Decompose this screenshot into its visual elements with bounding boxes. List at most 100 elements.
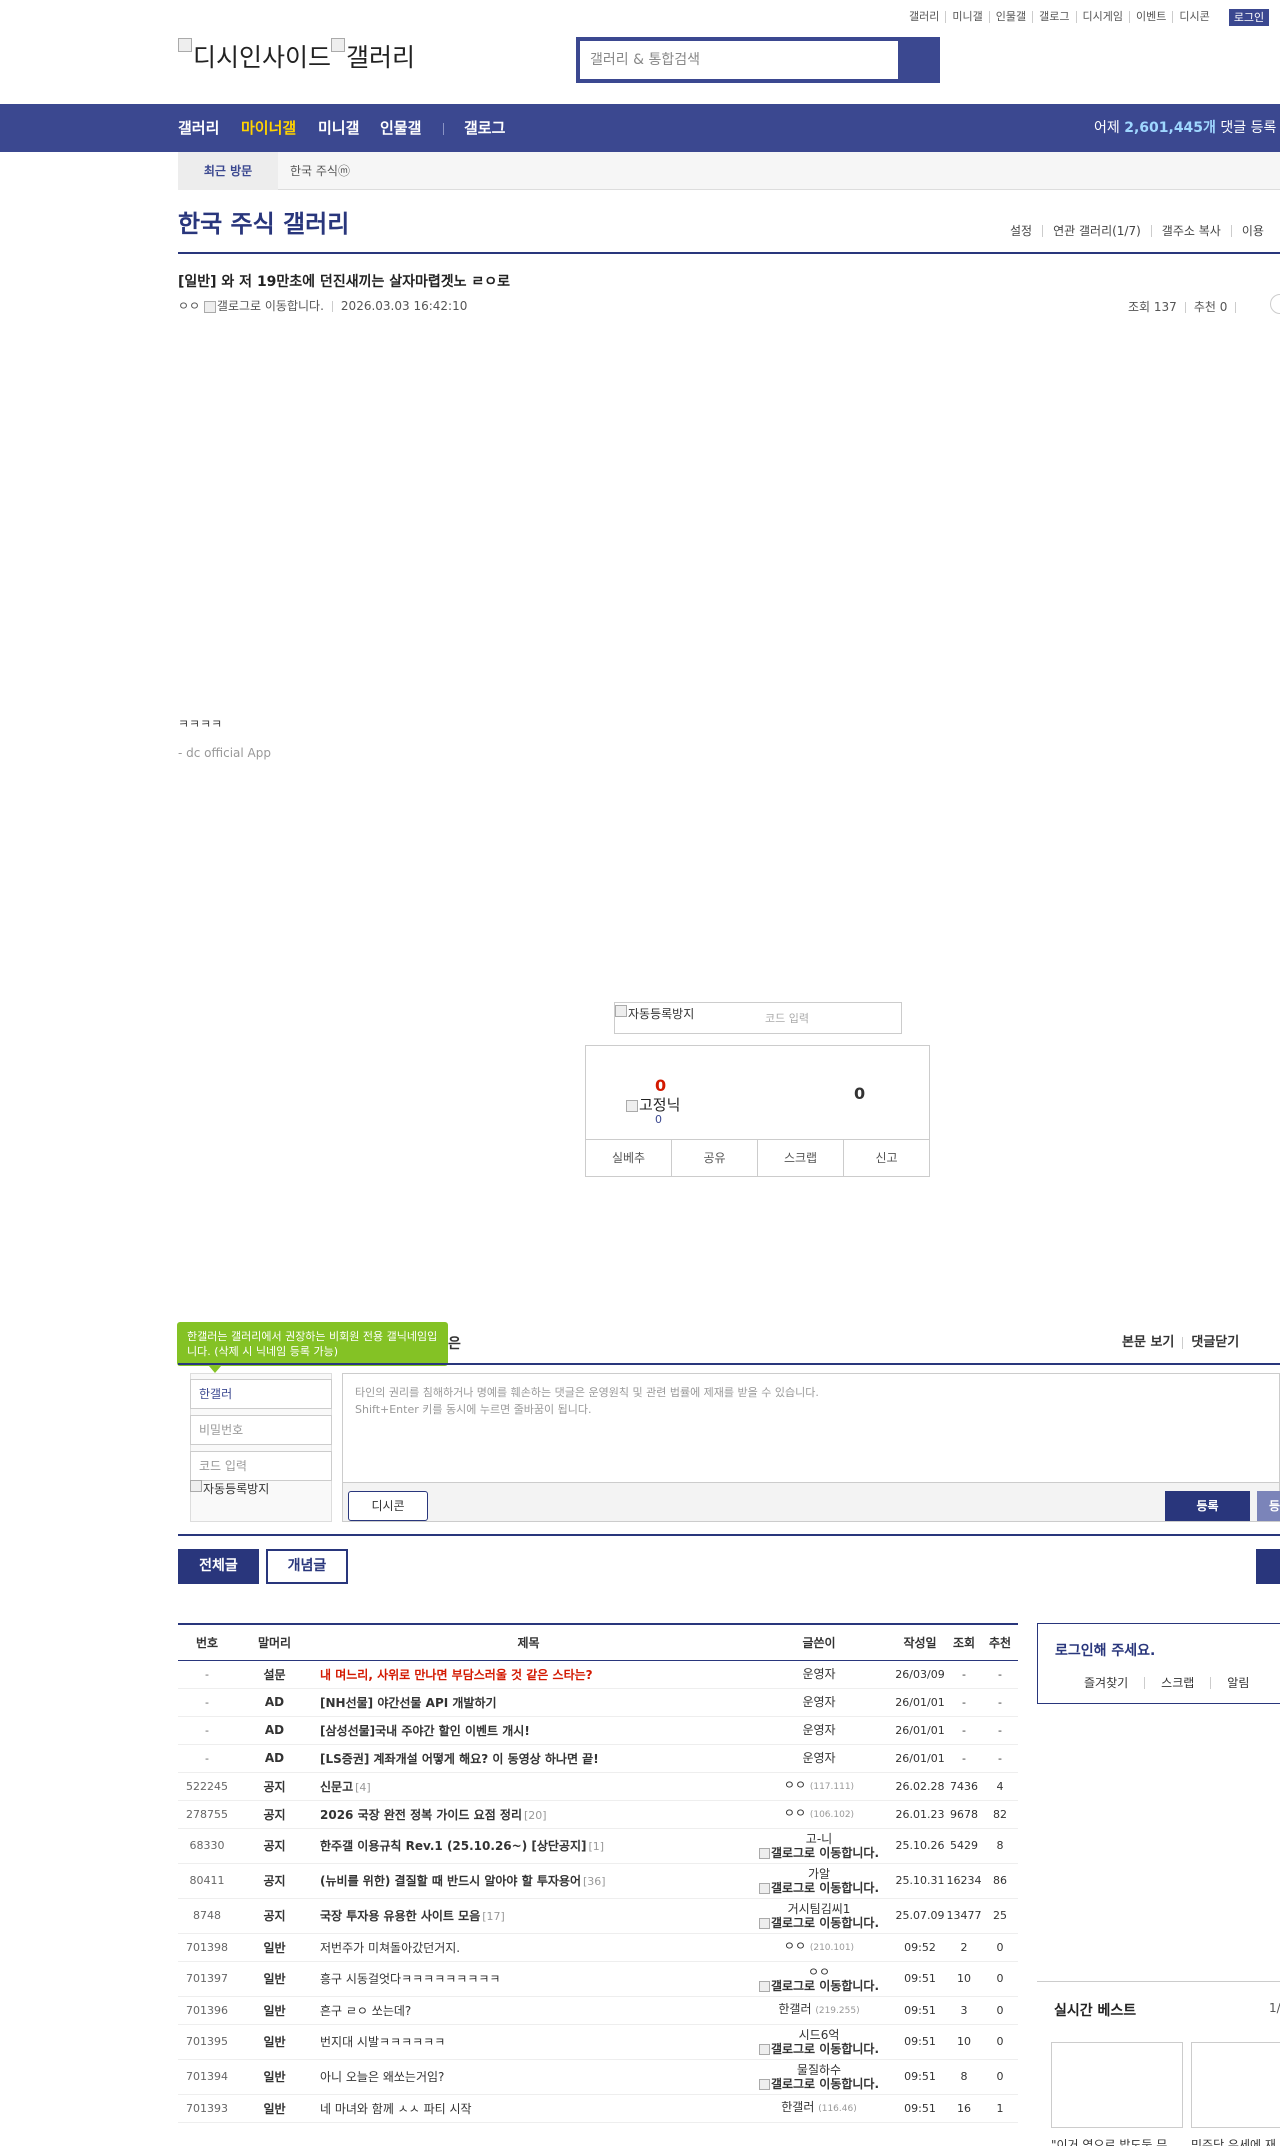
tab-all-posts[interactable]: 전체글 [178, 1549, 259, 1584]
util-link-game[interactable]: 디시게임 [1075, 11, 1129, 23]
nav-person-gallery[interactable]: 인물갤 [380, 104, 421, 152]
reply-count[interactable]: [17] [482, 1910, 505, 1923]
writer-name[interactable]: ㅇㅇ [784, 1806, 806, 1820]
gallog-icon[interactable] [758, 2043, 770, 2055]
table-row[interactable]: 701395 일반 번지대 시발ㅋㅋㅋㅋㅋㅋ 시드6억 갤로그로 이동합니다. 09:51… [178, 2024, 1018, 2060]
best-thumbnail[interactable] [1051, 2042, 1183, 2128]
view-body-link[interactable]: 본문 보기 [1122, 1336, 1182, 1349]
row-subject[interactable]: 흔구 ㄹㅇ 쏘는데? [313, 1996, 744, 2025]
util-link-person[interactable]: 인물갤 [988, 11, 1032, 23]
copy-address-link[interactable]: 갤주소 복사 [1150, 225, 1231, 237]
best-caption[interactable]: "이거 역으로 밥도둑 무 [1051, 2136, 1167, 2146]
row-subject[interactable]: 국장 투자용 유용한 사이트 모음 [17] [313, 1898, 744, 1934]
comment-code-field[interactable]: 코드 입력 [190, 1451, 332, 1481]
scrap-link[interactable]: 스크랩 [1144, 1677, 1210, 1689]
recommend-up-count[interactable]: 0 [655, 1076, 666, 1095]
gonick-recommend[interactable]: 고정닉 [626, 1094, 680, 1115]
writer-name[interactable]: 운영자 [802, 1695, 835, 1709]
table-row[interactable]: - AD [LS증권] 계좌개설 어떻게 해요? 이 동영상 하나면 끝! 운영자 26… [178, 1744, 1018, 1773]
row-subject-text[interactable]: [LS증권] 계좌개설 어떻게 해요? 이 동영상 하나면 끝! [320, 1752, 599, 1766]
row-subject[interactable]: 신문고 [4] [313, 1772, 744, 1801]
writer-name[interactable]: ㅇㅇ [808, 1965, 830, 1979]
row-subject-text[interactable]: 흔구 ㄹㅇ 쏘는데? [320, 2004, 411, 2018]
writer-name[interactable]: 시드6억 [799, 2028, 840, 2042]
table-row[interactable]: - 설문 내 며느리, 사위로 만나면 부담스러울 것 같은 스타는? 운영자 26/0… [178, 1660, 1018, 1689]
best-caption[interactable]: 민주당 유세에 재 [1191, 2136, 1276, 2146]
row-writer[interactable]: 시드6억 갤로그로 이동합니다. [744, 2024, 894, 2060]
favorites-link[interactable]: 즐겨찾기 [1068, 1677, 1144, 1689]
row-subject-text[interactable]: 네 마녀와 함께 ㅅㅅ 파티 시작 [320, 2102, 472, 2116]
recent-visit-item[interactable]: 한국 주식ⓜ [290, 152, 350, 190]
row-subject-text[interactable]: 한주갤 이용규칙 Rev.1 (25.10.26~) [상단공지] [320, 1839, 587, 1853]
table-row[interactable]: 701397 일반 흥구 시동걸엇다ㅋㅋㅋㅋㅋㅋㅋㅋㅋ ㅇㅇ 갤로그로 이동합니다. 09… [178, 1961, 1018, 1997]
reply-count[interactable]: [1] [589, 1840, 605, 1853]
table-row[interactable]: 8748 공지 국장 투자용 유용한 사이트 모음 [17] 거시팀김씨1 갤로그로 이동… [178, 1898, 1018, 1934]
util-link-dccon[interactable]: 디시콘 [1172, 11, 1215, 23]
row-subject-text[interactable]: (뉴비를 위한) 결질할 때 반드시 알아야 할 투자용어 [320, 1874, 581, 1888]
util-link-gallog[interactable]: 갤로그 [1032, 11, 1075, 23]
util-link-mini[interactable]: 미니갤 [945, 11, 988, 23]
comment-count-icon[interactable] [1270, 294, 1280, 314]
gallog-icon[interactable] [758, 1917, 770, 1929]
row-writer[interactable]: 가알 갤로그로 이동합니다. [744, 1863, 894, 1899]
row-writer[interactable]: 고-니 갤로그로 이동합니다. [744, 1828, 894, 1864]
post-author[interactable]: ㅇㅇ [178, 299, 200, 313]
row-writer[interactable]: 운영자 [744, 1660, 894, 1689]
row-writer[interactable]: ㅇㅇ (106.102) [744, 1800, 894, 1829]
gallog-alt-text[interactable]: 갤로그로 이동합니다. [771, 1881, 879, 1895]
gallery-settings-link[interactable]: 설정 [1000, 225, 1042, 237]
table-row[interactable]: 701396 일반 흔구 ㄹㅇ 쏘는데? 한갤러 (219.255) 09:51 3 0 [178, 1996, 1018, 2025]
gallog-alt-text[interactable]: 갤로그로 이동합니다. [771, 1916, 879, 1930]
row-writer[interactable]: 운영자 [744, 1744, 894, 1773]
table-row[interactable]: 278755 공지 2026 국장 완전 정복 가이드 요점 정리 [20] ㅇㅇ (1… [178, 1800, 1018, 1829]
row-subject-text[interactable]: [삼성선물]국내 주야간 할인 이벤트 개시! [320, 1724, 530, 1738]
writer-name[interactable]: 운영자 [802, 1751, 835, 1765]
gallog-icon[interactable] [758, 2078, 770, 2090]
submit-comment-button[interactable]: 등록 [1165, 1491, 1250, 1521]
captcha-input[interactable] [765, 1007, 895, 1029]
usage-link[interactable]: 이용 [1230, 225, 1274, 237]
real-best-button[interactable]: 실베추 [586, 1140, 671, 1176]
gallog-icon[interactable] [758, 1847, 770, 1859]
writer-name[interactable]: 가알 [808, 1867, 830, 1881]
row-writer[interactable]: 거시팀김씨1 갤로그로 이동합니다. [744, 1898, 894, 1934]
row-writer[interactable]: 운영자 [744, 1688, 894, 1717]
gallog-icon[interactable] [203, 300, 216, 313]
gallery-title[interactable]: 한국 주식 갤러리 [178, 204, 349, 239]
row-subject-text[interactable]: 2026 국장 완전 정복 가이드 요점 정리 [320, 1808, 522, 1822]
writer-name[interactable]: 운영자 [802, 1723, 835, 1737]
writer-name[interactable]: 운영자 [802, 1667, 835, 1681]
related-gallery-link[interactable]: 연관 갤러리(1/7) [1042, 225, 1151, 237]
search-button[interactable] [902, 41, 936, 79]
row-subject[interactable]: 저번주가 미쳐돌아갔던거지. [313, 1933, 744, 1962]
row-subject[interactable]: 내 며느리, 사위로 만나면 부담스러울 것 같은 스타는? [313, 1660, 744, 1689]
row-subject[interactable]: [LS증권] 계좌개설 어떻게 해요? 이 동영상 하나면 끝! [313, 1744, 744, 1773]
row-subject[interactable]: 흥구 시동걸엇다ㅋㅋㅋㅋㅋㅋㅋㅋㅋ [313, 1961, 744, 1997]
writer-name[interactable]: 고-니 [806, 1832, 832, 1846]
writer-name[interactable]: ㅇㅇ [784, 1939, 806, 1953]
writer-name[interactable]: ㅇㅇ [784, 1778, 806, 1792]
row-writer[interactable]: 한갤러 (219.255) [744, 1996, 894, 2025]
close-comments-link[interactable]: 댓글닫기 [1182, 1336, 1247, 1349]
row-writer[interactable]: 한갤러 (116.46) [744, 2094, 894, 2123]
best-thumbnail[interactable] [1191, 2042, 1280, 2128]
writer-name[interactable]: 거시팀김씨1 [788, 1902, 851, 1916]
row-subject[interactable]: (뉴비를 위한) 결질할 때 반드시 알아야 할 투자용어 [36] [313, 1863, 744, 1899]
table-row[interactable]: 701393 일반 네 마녀와 함께 ㅅㅅ 파티 시작 한갤러 (116.46) 09:… [178, 2094, 1018, 2123]
writer-name[interactable]: 한갤러 [778, 2002, 811, 2016]
login-button[interactable]: 로그인 [1229, 9, 1269, 26]
row-writer[interactable]: 물질하수 갤로그로 이동합니다. [744, 2059, 894, 2095]
row-writer[interactable]: ㅇㅇ (210.101) [744, 1933, 894, 1962]
gallog-alt-text[interactable]: 갤로그로 이동합니다. [771, 1979, 879, 1993]
util-link-event[interactable]: 이벤트 [1128, 11, 1172, 23]
tab-concept-posts[interactable]: 개념글 [266, 1549, 348, 1584]
row-subject-text[interactable]: 번지대 시발ㅋㅋㅋㅋㅋㅋ [320, 2035, 445, 2049]
row-subject[interactable]: 2026 국장 완전 정복 가이드 요점 정리 [20] [313, 1800, 744, 1829]
row-subject[interactable]: 한주갤 이용규칙 Rev.1 (25.10.26~) [상단공지] [1] [313, 1828, 744, 1864]
share-button[interactable]: 공유 [671, 1140, 757, 1176]
gallog-icon[interactable] [758, 1980, 770, 1992]
table-row[interactable]: 522245 공지 신문고 [4] ㅇㅇ (117.111) 26.02.28 7436 4 [178, 1772, 1018, 1801]
nav-mini-gallery[interactable]: 미니갤 [318, 104, 359, 152]
site-logo[interactable]: 디시인사이드 갤러리 [178, 38, 415, 74]
row-writer[interactable]: 운영자 [744, 1716, 894, 1745]
